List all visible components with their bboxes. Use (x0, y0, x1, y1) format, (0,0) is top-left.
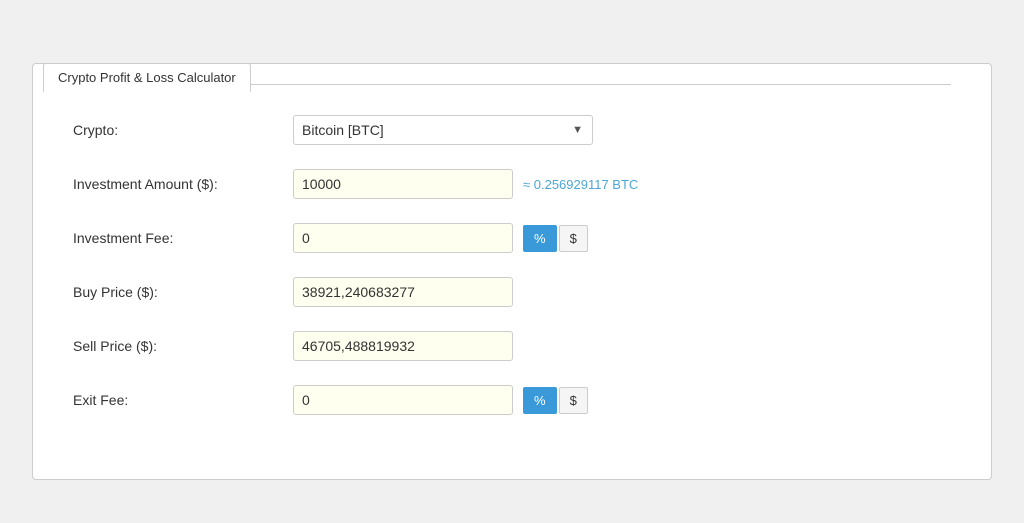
investment-fee-dollar-btn[interactable]: $ (559, 225, 588, 252)
exit-fee-toggle: % $ (523, 387, 588, 414)
buy-price-input-area (293, 277, 513, 307)
sell-price-row: Sell Price ($): (73, 331, 951, 361)
crypto-select[interactable]: Bitcoin [BTC] Ethereum [ETH] Litecoin [L… (293, 115, 593, 145)
exit-fee-dollar-btn[interactable]: $ (559, 387, 588, 414)
exit-fee-input[interactable] (293, 385, 513, 415)
crypto-row: Crypto: Bitcoin [BTC] Ethereum [ETH] Lit… (73, 115, 951, 145)
crypto-select-wrapper[interactable]: Bitcoin [BTC] Ethereum [ETH] Litecoin [L… (293, 115, 593, 145)
investment-fee-percent-btn[interactable]: % (523, 225, 557, 252)
investment-amount-row: Investment Amount ($): ≈ 0.256929117 BTC (73, 169, 951, 199)
exit-fee-label: Exit Fee: (73, 392, 293, 408)
investment-amount-input-area: ≈ 0.256929117 BTC (293, 169, 638, 199)
btc-equivalent: ≈ 0.256929117 BTC (523, 177, 638, 192)
investment-fee-input-area: % $ (293, 223, 588, 253)
sell-price-input-area (293, 331, 513, 361)
form-area: Crypto: Bitcoin [BTC] Ethereum [ETH] Lit… (73, 115, 951, 415)
investment-fee-label: Investment Fee: (73, 230, 293, 246)
investment-fee-input[interactable] (293, 223, 513, 253)
investment-amount-input[interactable] (293, 169, 513, 199)
crypto-input-area: Bitcoin [BTC] Ethereum [ETH] Litecoin [L… (293, 115, 593, 145)
buy-price-row: Buy Price ($): (73, 277, 951, 307)
sell-price-input[interactable] (293, 331, 513, 361)
investment-amount-label: Investment Amount ($): (73, 176, 293, 192)
tab-title: Crypto Profit & Loss Calculator (43, 63, 251, 92)
buy-price-label: Buy Price ($): (73, 284, 293, 300)
sell-price-label: Sell Price ($): (73, 338, 293, 354)
exit-fee-percent-btn[interactable]: % (523, 387, 557, 414)
crypto-label: Crypto: (73, 122, 293, 138)
exit-fee-row: Exit Fee: % $ (73, 385, 951, 415)
exit-fee-input-area: % $ (293, 385, 588, 415)
calculator-container: Crypto Profit & Loss Calculator Crypto: … (32, 63, 992, 480)
investment-fee-toggle: % $ (523, 225, 588, 252)
buy-price-input[interactable] (293, 277, 513, 307)
investment-fee-row: Investment Fee: % $ (73, 223, 951, 253)
